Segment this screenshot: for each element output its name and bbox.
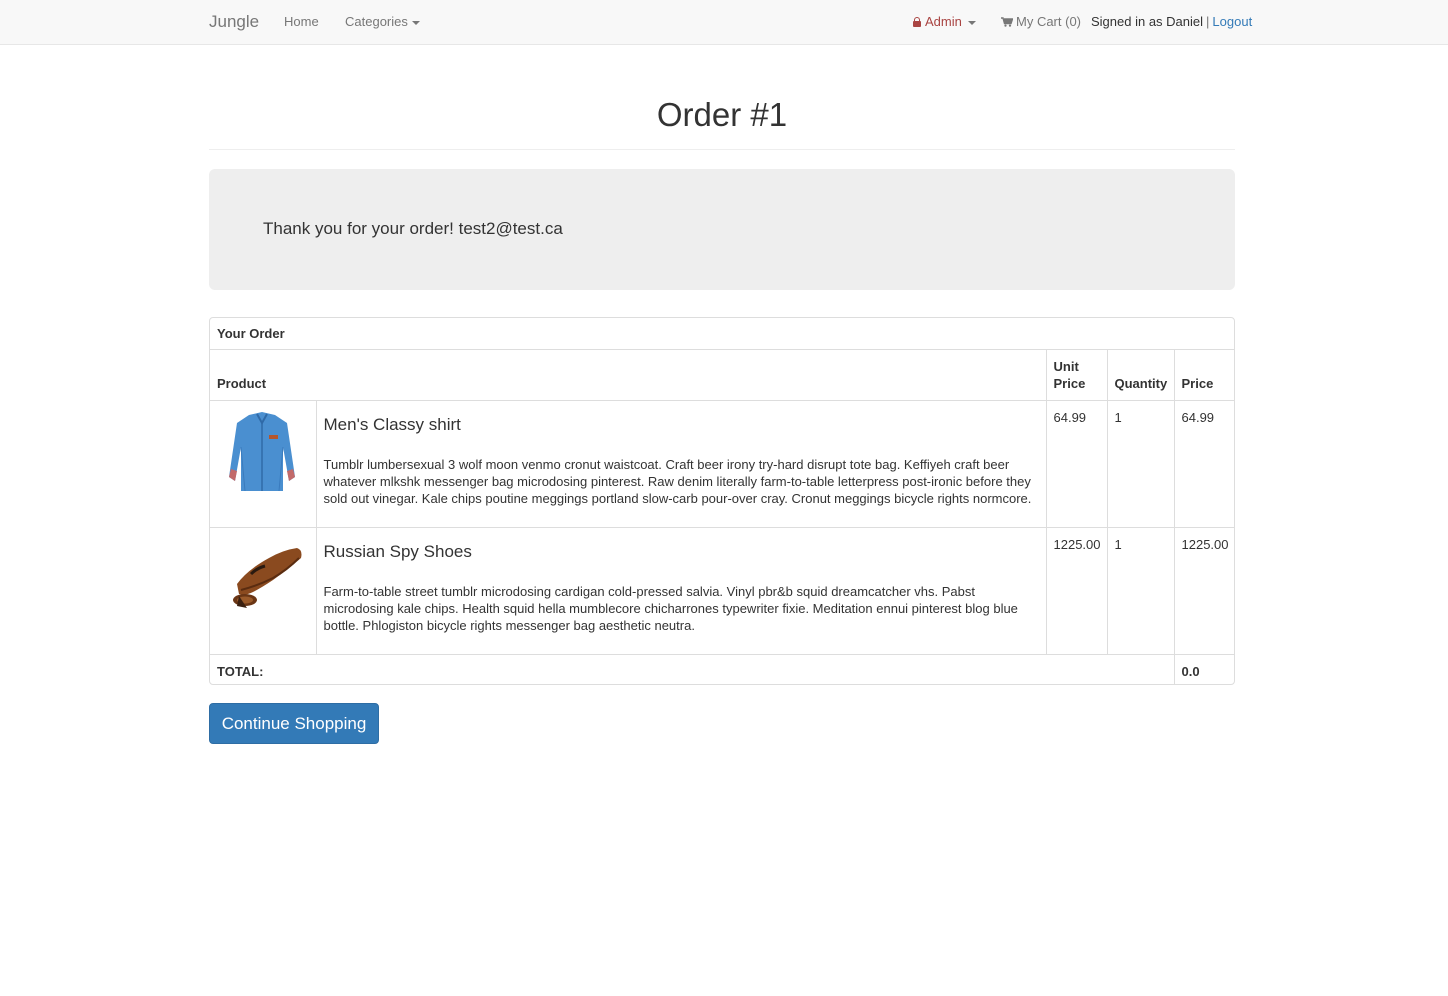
order-table: Product Unit Price Quantity Price Men's … <box>210 350 1234 684</box>
quantity-cell: 1 <box>1106 400 1175 528</box>
nav-admin-label: Admin <box>925 14 962 29</box>
signed-in-status: Signed in as Daniel | Logout <box>1091 14 1252 29</box>
column-header-product: Product <box>210 350 1047 401</box>
shoe-image <box>217 534 307 624</box>
nav-admin-dropdown[interactable]: Admin <box>913 14 976 29</box>
column-header-quantity: Quantity <box>1106 350 1175 401</box>
product-description: Tumblr lumbersexual 3 wolf moon venmo cr… <box>323 457 1032 506</box>
total-value: 0.0 <box>1173 654 1234 684</box>
brand-link[interactable]: Jungle <box>209 12 259 32</box>
divider <box>209 149 1235 150</box>
product-name: Russian Spy Shoes <box>323 542 472 561</box>
table-row: Russian Spy Shoes Farm-to-table street t… <box>210 527 1234 655</box>
total-row: TOTAL: 0.0 <box>210 654 1234 684</box>
product-name: Men's Classy shirt <box>323 415 461 434</box>
chevron-down-icon <box>967 20 976 25</box>
table-row: Men's Classy shirt Tumblr lumbersexual 3… <box>210 400 1234 528</box>
nav-separator: | <box>1206 14 1210 29</box>
price-cell: 64.99 <box>1173 400 1234 528</box>
thank-you-message: Thank you for your order! test2@test.ca <box>263 219 563 238</box>
total-label: TOTAL: <box>210 654 1175 684</box>
order-panel-heading: Your Order <box>210 318 1234 350</box>
page-title: Order #1 <box>656 96 788 133</box>
navbar: Jungle Home Categories Admin My Cart (0)… <box>0 0 1448 45</box>
nav-cart-label: My Cart (0) <box>1016 14 1081 29</box>
product-description: Farm-to-table street tumblr microdosing … <box>323 584 1018 633</box>
shopping-cart-icon <box>1001 17 1013 27</box>
chevron-down-icon <box>411 20 420 25</box>
product-image-cell <box>210 400 317 528</box>
lock-icon <box>913 17 921 27</box>
unit-price-cell: 1225.00 <box>1045 527 1108 655</box>
price-cell: 1225.00 <box>1173 527 1234 655</box>
nav-categories-dropdown[interactable]: Categories <box>345 14 420 29</box>
logout-link[interactable]: Logout <box>1212 14 1252 29</box>
nav-home-link[interactable]: Home <box>284 14 319 29</box>
product-info-cell: Men's Classy shirt Tumblr lumbersexual 3… <box>315 400 1047 528</box>
product-image-cell <box>210 527 317 655</box>
column-header-price: Price <box>1173 350 1234 401</box>
column-header-unit-price: Unit Price <box>1045 350 1108 401</box>
quantity-cell: 1 <box>1106 527 1175 655</box>
unit-price-cell: 64.99 <box>1045 400 1108 528</box>
continue-shopping-button[interactable]: Continue Shopping <box>209 703 379 744</box>
order-confirmation-banner: Thank you for your order! test2@test.ca <box>209 169 1235 290</box>
shirt-image <box>217 407 307 497</box>
signed-in-text: Signed in as Daniel <box>1091 14 1204 29</box>
order-panel: Your Order Product Unit Price Quantity P… <box>209 317 1235 685</box>
product-info-cell: Russian Spy Shoes Farm-to-table street t… <box>315 527 1047 655</box>
nav-cart-link[interactable]: My Cart (0) <box>1001 14 1081 29</box>
nav-categories-label: Categories <box>345 14 408 29</box>
